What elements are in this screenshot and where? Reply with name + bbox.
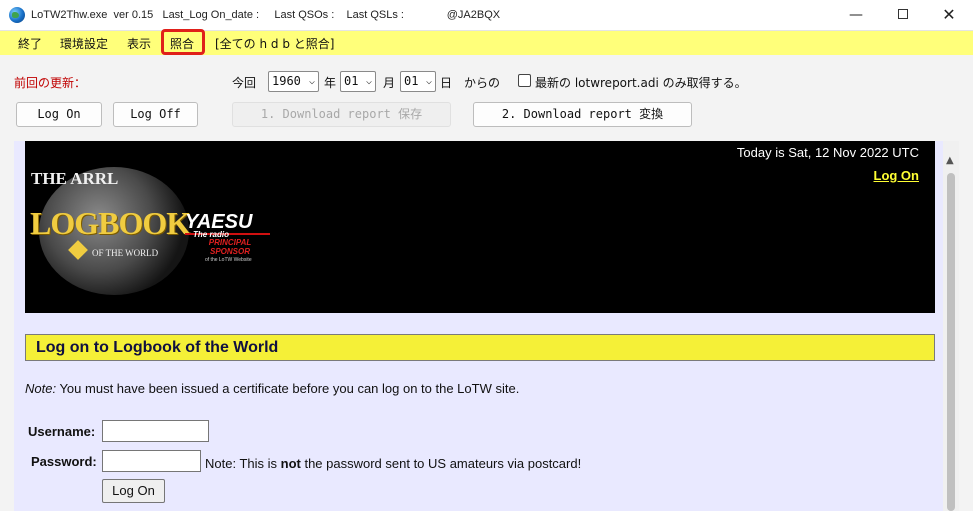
konkai-label: 今回 — [232, 76, 257, 90]
vertical-scrollbar[interactable]: ▲ — [943, 141, 959, 511]
scroll-thumb[interactable] — [947, 173, 955, 511]
title-bar: LoTW2Thw.exe ver 0.15 Last_Log On_date :… — [0, 0, 973, 31]
lotw-header-banner: Today is Sat, 12 Nov 2022 UTC Log On THE… — [25, 141, 935, 313]
latest-only-checkbox[interactable] — [518, 74, 531, 87]
menu-bar: 終了 環境設定 表示 照合 [全ての h d b と照合] — [0, 31, 973, 55]
lotw-website-text: of the LoTW Website — [205, 257, 252, 263]
today-date: Today is Sat, 12 Nov 2022 UTC — [736, 145, 919, 160]
kara-label: からの — [464, 76, 501, 90]
username-label: Username: — [28, 424, 96, 439]
day-unit-label: 日 — [440, 76, 453, 90]
menu-item-view[interactable]: 表示 — [127, 35, 151, 52]
close-button[interactable]: ✕ — [926, 0, 972, 31]
minimize-button[interactable]: — — [833, 0, 879, 31]
day-select[interactable]: 01 ⌵ — [400, 71, 436, 92]
log-on-button[interactable]: Log On — [16, 102, 102, 127]
maximize-icon — [898, 9, 908, 19]
chevron-down-icon: ⌵ — [308, 76, 315, 87]
year-unit-label: 年 — [324, 76, 337, 90]
globe-app-icon — [9, 7, 25, 23]
month-select[interactable]: 01 ⌵ — [340, 71, 376, 92]
log-off-button[interactable]: Log Off — [113, 102, 198, 127]
menu-item-match-all-hdb[interactable]: [全ての h d b と照合] — [215, 35, 334, 52]
certificate-note: Note: You must have been issued a certif… — [25, 381, 519, 396]
note-prefix: Note: — [25, 381, 57, 396]
download-save-button[interactable]: 1. Download report 保存 — [232, 102, 451, 127]
latest-only-label: 最新の lotwreport.adi のみ取得する。 — [535, 76, 747, 90]
last-update-label: 前回の更新： — [14, 76, 87, 90]
of-the-world-logo-text: OF THE WORLD — [92, 248, 159, 258]
month-value: 01 — [344, 74, 359, 88]
username-input[interactable] — [102, 420, 209, 442]
note-text: You must have been issued a certificate … — [56, 381, 520, 396]
download-convert-button[interactable]: 2. Download report 変換 — [473, 102, 692, 127]
pw-note-prefix: Note: This is — [205, 456, 281, 471]
password-input[interactable] — [102, 450, 201, 472]
header-logon-link[interactable]: Log On — [874, 168, 920, 183]
window-title: LoTW2Thw.exe ver 0.15 Last_Log On_date :… — [31, 9, 501, 21]
form-logon-button[interactable]: Log On — [102, 479, 165, 503]
logbook-logo-text: LOGBOOK — [30, 205, 191, 241]
day-value: 01 — [404, 74, 419, 88]
menu-highlight-box — [161, 29, 205, 55]
year-select[interactable]: 1960 ⌵ — [268, 71, 319, 92]
chevron-down-icon: ⌵ — [425, 76, 432, 87]
section-title: Log on to Logbook of the World — [36, 339, 279, 356]
principal-sponsor-text: PRINCIPAL SPONSOR — [208, 238, 252, 256]
arrl-logo-text: THE ARRL — [31, 169, 119, 188]
menu-item-quit[interactable]: 終了 — [18, 35, 42, 52]
password-label: Password: — [31, 454, 97, 469]
menu-item-settings[interactable]: 環境設定 — [60, 35, 108, 52]
scroll-up-icon[interactable]: ▲ — [946, 155, 954, 166]
maximize-button[interactable] — [880, 0, 926, 31]
pw-note-suffix: the password sent to US amateurs via pos… — [300, 456, 582, 471]
month-unit-label: 月 — [383, 76, 396, 90]
chevron-down-icon: ⌵ — [365, 76, 372, 87]
password-note: Note: This is not the password sent to U… — [205, 456, 581, 471]
embedded-browser: Today is Sat, 12 Nov 2022 UTC Log On THE… — [14, 141, 959, 511]
pw-note-bold: not — [280, 456, 301, 471]
year-value: 1960 — [272, 74, 301, 88]
section-heading: Log on to Logbook of the World — [25, 334, 935, 361]
